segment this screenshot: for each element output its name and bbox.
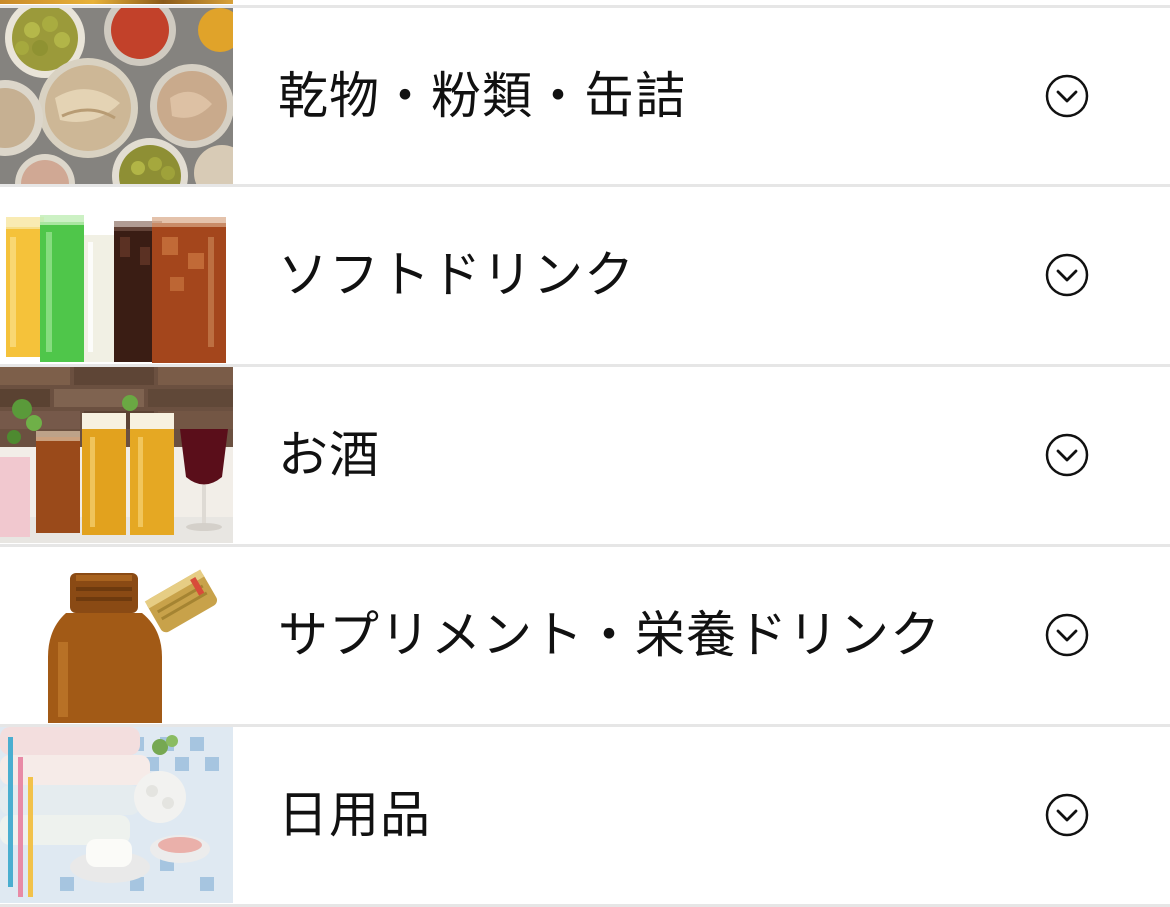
- category-row-supplements[interactable]: サプリメント・栄養ドリンク: [0, 547, 1170, 723]
- category-row-alcohol[interactable]: お酒: [0, 367, 1170, 543]
- chevron-circle-down-icon[interactable]: [1045, 793, 1089, 837]
- alcohol-drinks-image: [0, 367, 233, 543]
- chevron-circle-down-icon[interactable]: [1045, 74, 1089, 118]
- previous-item-image-edge: [0, 0, 233, 4]
- category-label: サプリメント・栄養ドリンク: [278, 606, 941, 664]
- chevron-circle-down-icon[interactable]: [1045, 253, 1089, 297]
- category-label: ソフトドリンク: [278, 246, 635, 304]
- category-row-dried-goods[interactable]: 乾物・粉類・缶詰: [0, 8, 1170, 184]
- chevron-circle-down-icon[interactable]: [1045, 433, 1089, 477]
- supplement-bottle-image: [0, 547, 233, 723]
- category-list: 乾物・粉類・缶詰 ソフトドリンク お酒 サプリメント・栄養ドリンク 日用品: [0, 0, 1170, 907]
- category-row-soft-drinks[interactable]: ソフトドリンク: [0, 187, 1170, 363]
- category-label: 乾物・粉類・缶詰: [278, 67, 686, 125]
- daily-goods-image: [0, 727, 233, 903]
- canned-food-image: [0, 8, 233, 184]
- soft-drinks-image: [0, 187, 233, 363]
- category-row-daily-goods[interactable]: 日用品: [0, 727, 1170, 903]
- chevron-circle-down-icon[interactable]: [1045, 613, 1089, 657]
- category-label: 日用品: [278, 786, 431, 844]
- category-label: お酒: [278, 426, 380, 484]
